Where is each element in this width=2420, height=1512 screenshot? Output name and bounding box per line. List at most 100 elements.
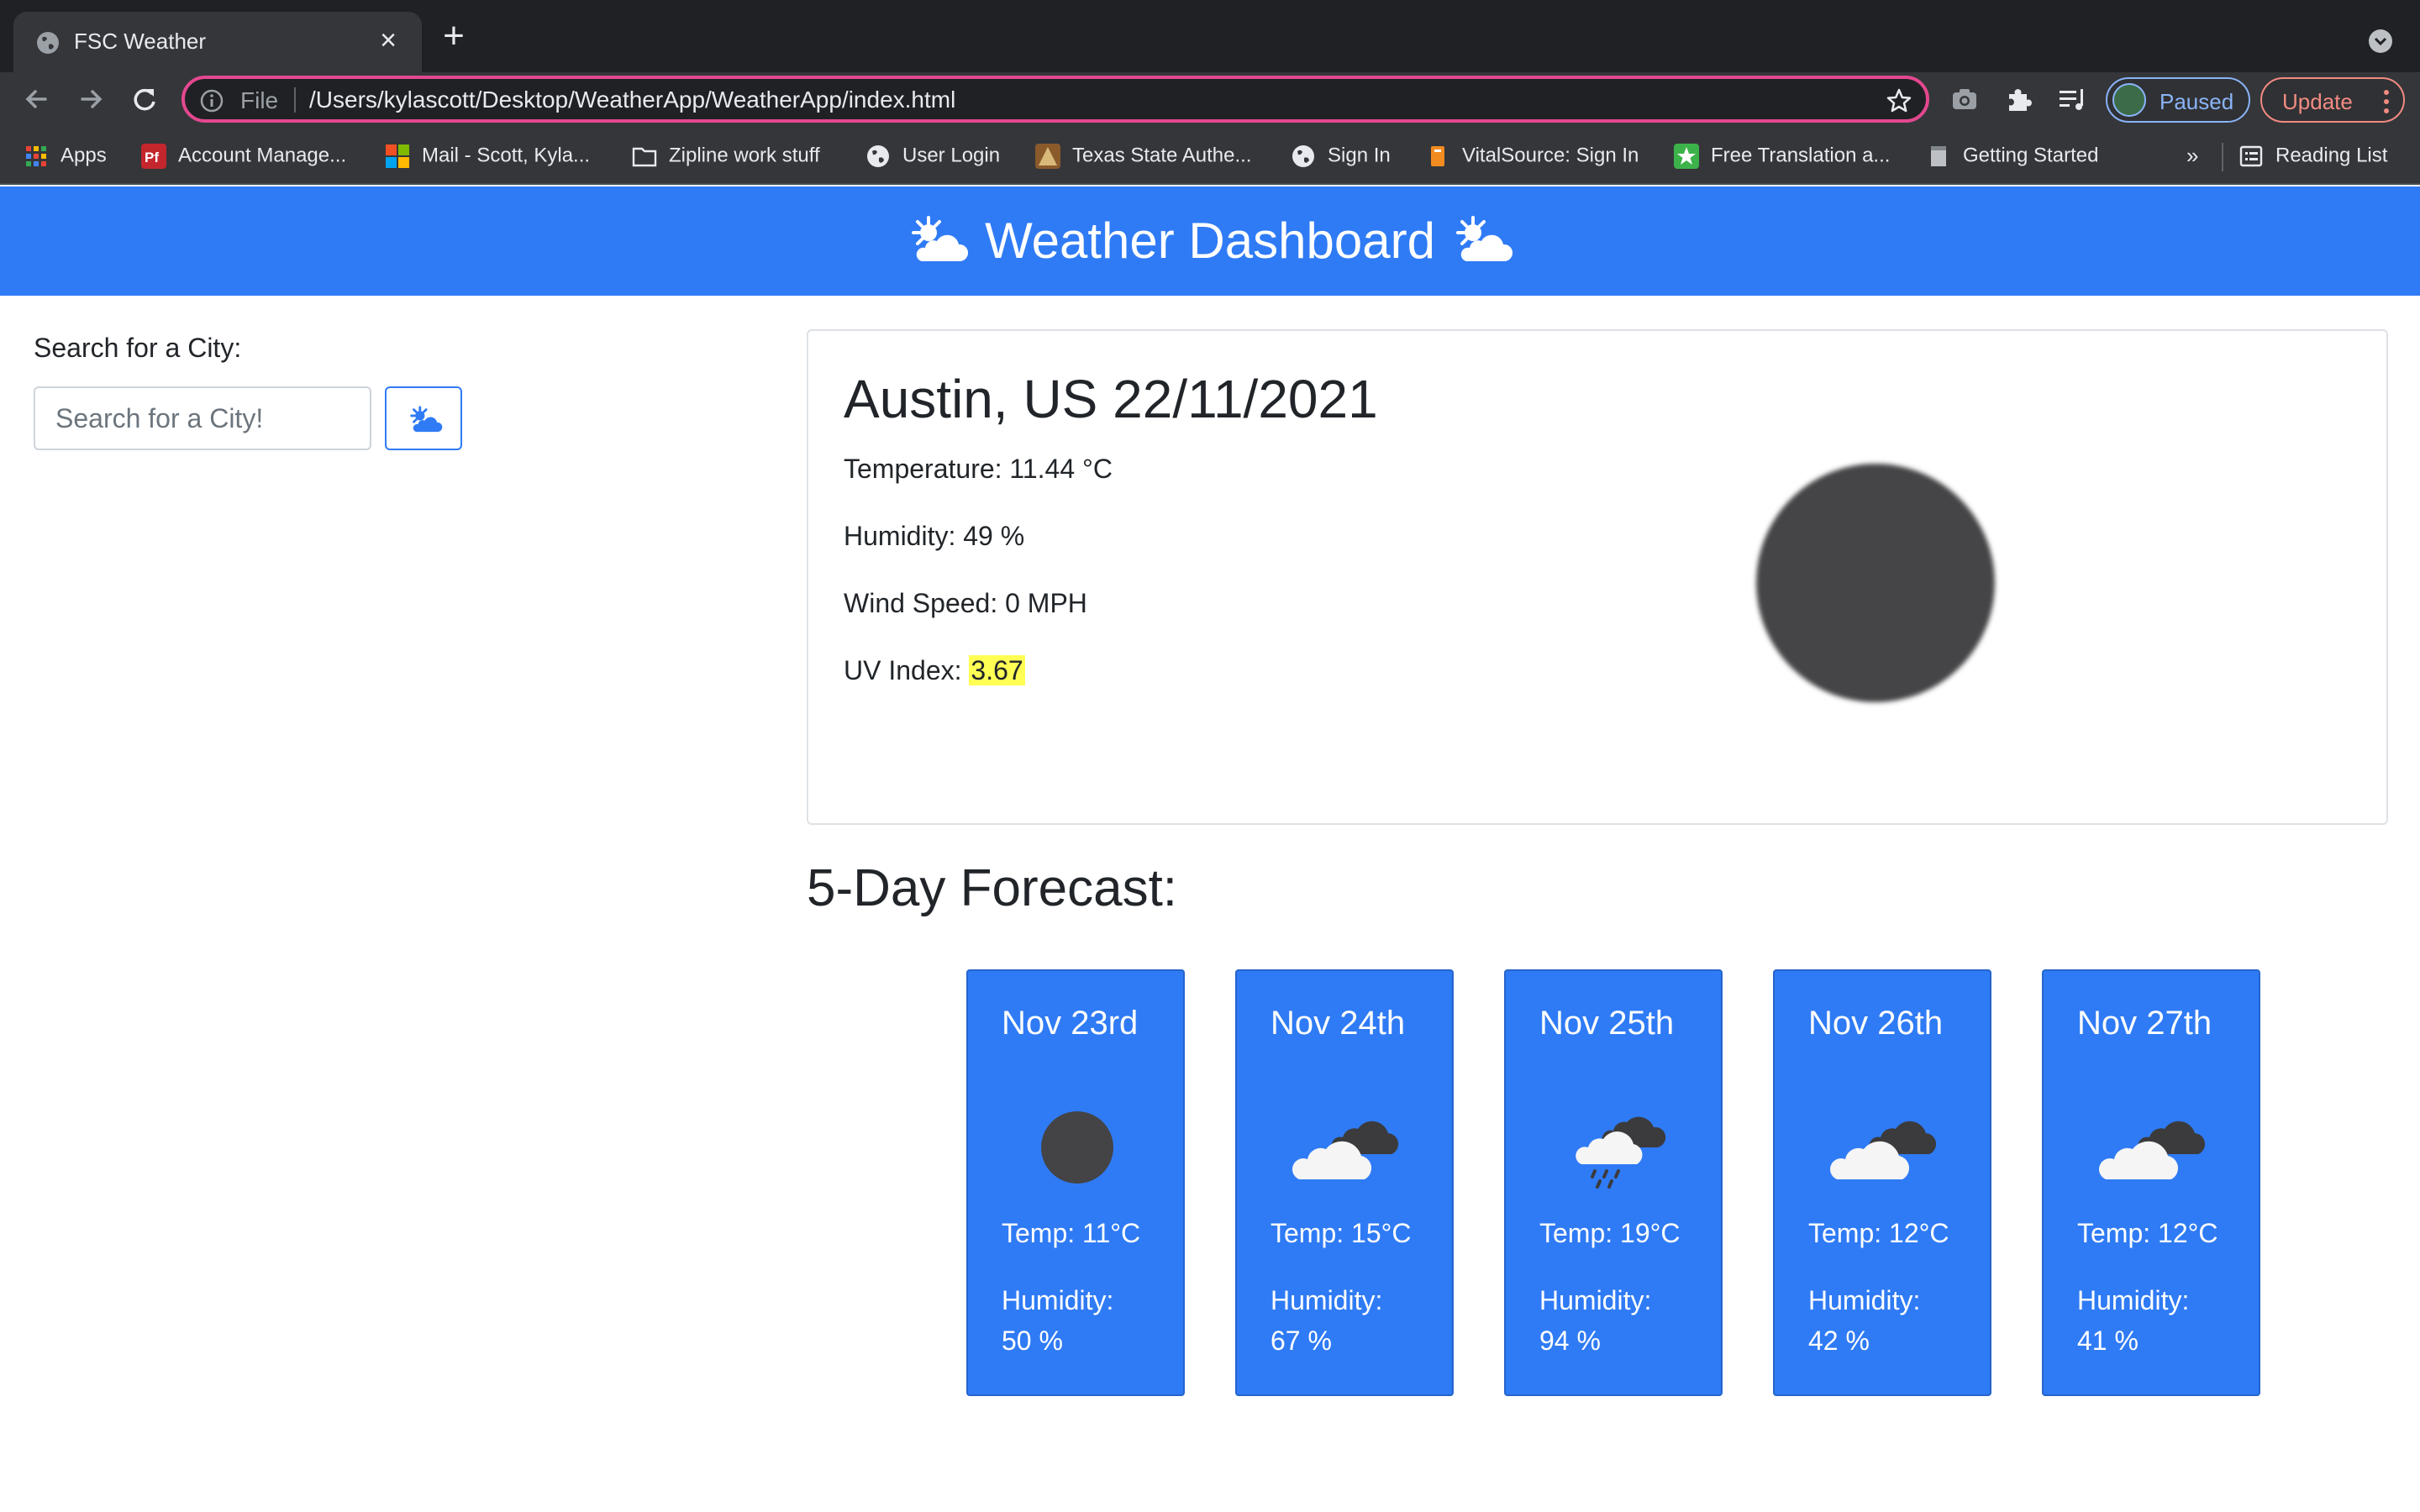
page-title: Weather Dashboard <box>0 212 2420 270</box>
forecast-humidity-value: 67 % <box>1270 1326 1332 1356</box>
kebab-menu-icon[interactable] <box>2381 87 2391 116</box>
translation-icon <box>1674 143 1699 169</box>
bookmark-label: VitalSource: Sign In <box>1462 144 1639 167</box>
tab-search-icon[interactable] <box>2368 29 2393 54</box>
bookmark-free-translation[interactable]: Free Translation a... <box>1674 141 1890 170</box>
forecast-temp: Temp: 12°C <box>2077 1218 2218 1248</box>
dark-moon-icon <box>1041 1111 1113 1184</box>
texas-state-icon <box>1035 143 1060 169</box>
bookmarks-bar: Apps Pf Account Manage... Mail - Scott, … <box>0 126 2420 185</box>
current-temperature: Temperature: 11.44 °C <box>844 454 1113 484</box>
forecast-card: Nov 26th Temp: 12°C Humidity: 42 % <box>1773 969 1991 1396</box>
bookmark-account-manage[interactable]: Pf Account Manage... <box>141 141 346 170</box>
address-scheme: File <box>240 87 279 113</box>
apps-grid-icon <box>26 145 46 166</box>
bookmark-label: Sign In <box>1328 144 1391 167</box>
bookmark-star-icon[interactable] <box>1886 87 1912 114</box>
media-controls-icon[interactable] <box>2057 84 2087 114</box>
forecast-temp: Temp: 19°C <box>1539 1218 1681 1248</box>
new-tab-icon[interactable]: + <box>437 18 471 55</box>
camera-icon[interactable] <box>1949 84 1980 114</box>
sun-behind-cloud-icon <box>410 406 443 433</box>
bookmark-mail[interactable]: Mail - Scott, Kyla... <box>385 141 590 170</box>
city-date-heading: Austin, US 22/11/2021 <box>844 369 1378 429</box>
forecast-card: Nov 24th Temp: 15°C Humidity: 67 % <box>1235 969 1454 1396</box>
current-wind-speed: Wind Speed: 0 MPH <box>844 588 1087 618</box>
forecast-temp: Temp: 12°C <box>1808 1218 1949 1248</box>
bookmark-getting-started[interactable]: Getting Started <box>1926 141 2098 170</box>
current-humidity: Humidity: 49 % <box>844 521 1025 551</box>
rain-cloud-icon <box>1576 1116 1666 1189</box>
forecast-card: Nov 27th Temp: 12°C Humidity: 41 % <box>2042 969 2260 1396</box>
clouds-icon <box>1830 1121 1937 1179</box>
forecast-card: Nov 25th Temp: 19°C Humidity: 94 % <box>1504 969 1723 1396</box>
address-bar[interactable]: File /Users/kylascott/Desktop/WeatherApp… <box>182 76 1929 123</box>
address-url[interactable]: /Users/kylascott/Desktop/WeatherApp/Weat… <box>309 87 955 113</box>
search-label: Search for a City: <box>34 333 242 363</box>
dark-moon-icon <box>1756 464 1995 702</box>
browser-tab-strip: FSC Weather × + <box>0 0 2420 72</box>
reading-list-icon <box>2239 145 2263 166</box>
bookmark-label: Apps <box>60 144 107 167</box>
search-input[interactable] <box>34 386 371 450</box>
browser-tab[interactable]: FSC Weather × <box>13 12 422 72</box>
bookmark-apps[interactable]: Apps <box>24 141 107 170</box>
page-header: Weather Dashboard <box>0 186 2420 296</box>
globe-icon <box>37 32 59 54</box>
forecast-humidity-value: 42 % <box>1808 1326 1870 1356</box>
bookmark-label: Free Translation a... <box>1711 144 1891 167</box>
extensions-puzzle-icon[interactable] <box>2003 84 2033 114</box>
profile-status-label: Paused <box>2160 89 2234 114</box>
globe-icon <box>1292 144 1314 167</box>
forecast-temp: Temp: 15°C <box>1270 1218 1412 1248</box>
clouds-icon <box>2099 1121 2206 1179</box>
address-separator <box>294 87 296 113</box>
bookmark-label: Mail - Scott, Kyla... <box>422 144 591 167</box>
bookmark-label: User Login <box>902 144 1001 167</box>
bookmark-zipline[interactable]: Zipline work stuff <box>632 141 820 170</box>
forecast-humidity-label: Humidity: <box>1808 1285 1921 1315</box>
update-button[interactable]: Update <box>2260 77 2405 123</box>
bookmark-vitalsource[interactable]: VitalSource: Sign In <box>1425 141 1639 170</box>
search-button[interactable] <box>385 386 462 450</box>
bookmark-user-login[interactable]: User Login <box>865 141 1000 170</box>
forecast-humidity-value: 94 % <box>1539 1326 1601 1356</box>
forward-icon[interactable] <box>71 79 111 119</box>
sun-behind-cloud-icon <box>1455 216 1512 261</box>
forecast-humidity-label: Humidity: <box>1539 1285 1652 1315</box>
reload-icon[interactable] <box>124 79 165 119</box>
forecast-humidity-label: Humidity: <box>1002 1285 1114 1315</box>
bookmark-label: Account Manage... <box>178 144 347 167</box>
page-icon <box>1931 145 1946 166</box>
forecast-humidity-value: 50 % <box>1002 1326 1063 1356</box>
avatar <box>2112 83 2146 117</box>
back-icon[interactable] <box>17 79 57 119</box>
current-weather-card: Austin, US 22/11/2021 Temperature: 11.44… <box>807 329 2388 825</box>
current-uv-index: UV Index: 3.67 <box>844 655 1025 686</box>
bookmark-label: Zipline work stuff <box>669 144 820 167</box>
sun-behind-cloud-icon <box>912 216 969 261</box>
bookmark-label: Getting Started <box>1963 144 2099 167</box>
close-tab-icon[interactable]: × <box>371 24 405 57</box>
bookmarks-divider <box>2222 143 2223 171</box>
profile-button[interactable]: Paused <box>2106 77 2250 123</box>
forecast-date: Nov 27th <box>2077 1005 2212 1042</box>
vitalsource-icon <box>1431 145 1444 166</box>
forecast-date: Nov 26th <box>1808 1005 1944 1042</box>
forecast-temp: Temp: 11°C <box>1002 1218 1141 1248</box>
reading-list[interactable]: Reading List <box>2238 141 2387 170</box>
pf-icon: Pf <box>141 143 166 169</box>
browser-toolbar: File /Users/kylascott/Desktop/WeatherApp… <box>0 72 2420 126</box>
uv-label: UV Index: <box>844 655 970 685</box>
info-icon[interactable] <box>200 89 224 113</box>
update-label: Update <box>2282 89 2353 114</box>
bookmark-texas-state[interactable]: Texas State Authe... <box>1035 141 1251 170</box>
forecast-heading: 5-Day Forecast: <box>807 859 1178 917</box>
forecast-humidity-label: Humidity: <box>2077 1285 2190 1315</box>
more-bookmarks-icon[interactable]: » <box>2186 143 2198 169</box>
clouds-icon <box>1292 1121 1399 1179</box>
microsoft-icon <box>386 144 409 168</box>
forecast-date: Nov 25th <box>1539 1005 1675 1042</box>
forecast-date: Nov 24th <box>1270 1005 1406 1042</box>
bookmark-sign-in[interactable]: Sign In <box>1291 141 1391 170</box>
